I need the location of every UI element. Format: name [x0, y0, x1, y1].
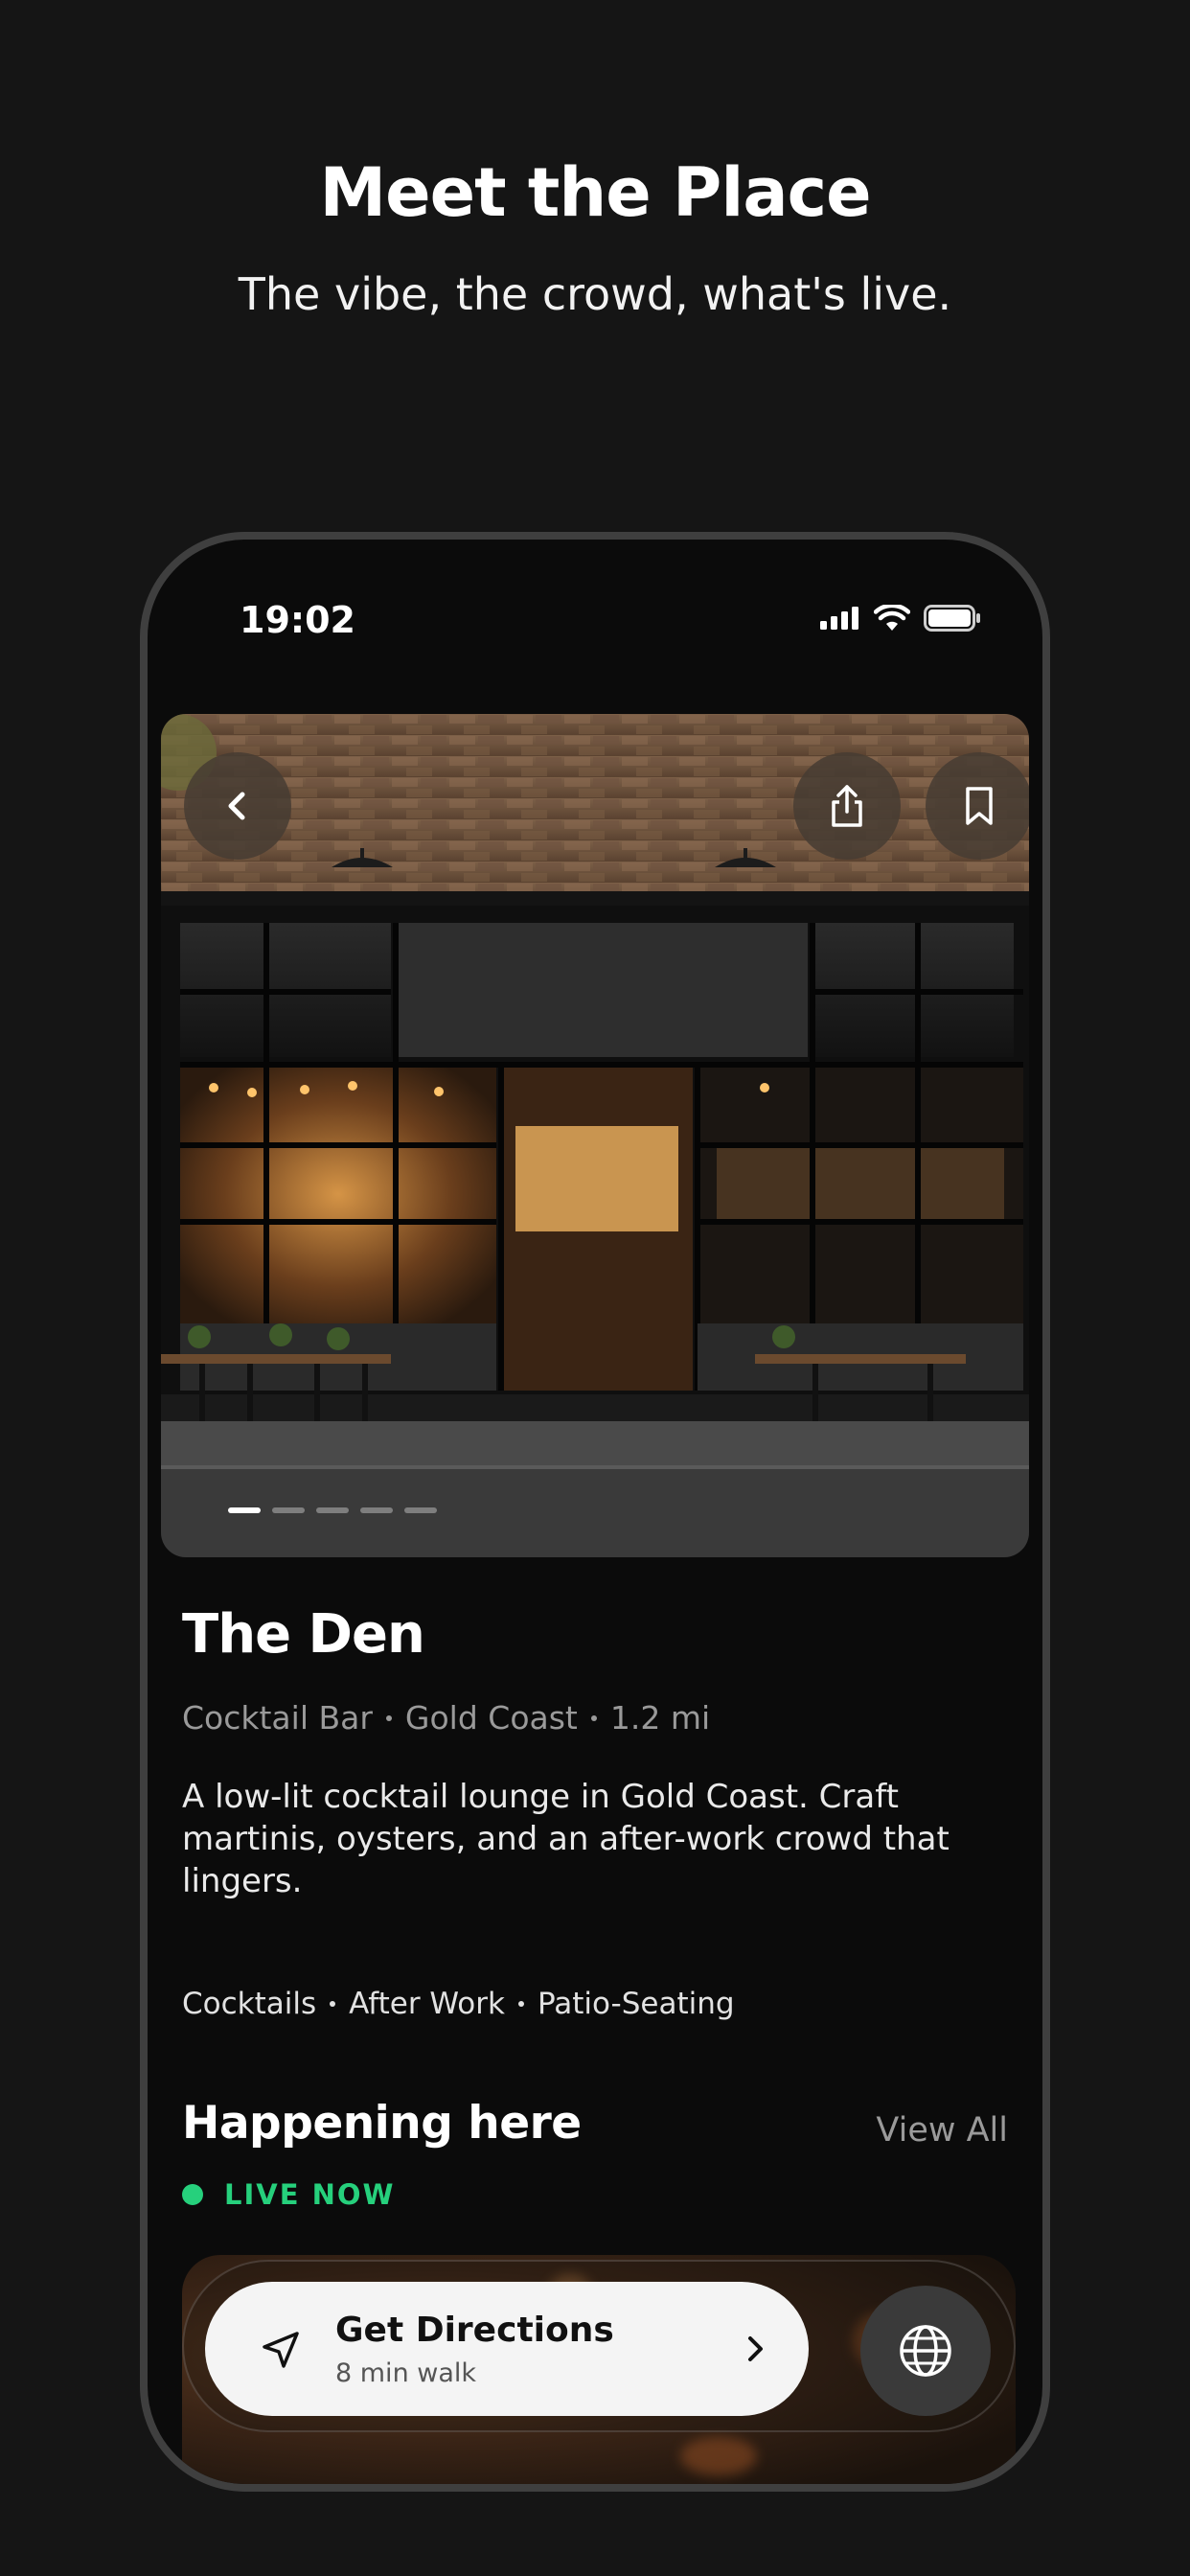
- carousel-dot[interactable]: [272, 1507, 305, 1513]
- separator-dot: [517, 2001, 524, 2007]
- happening-title: Happening here: [182, 2097, 582, 2150]
- back-button[interactable]: [184, 752, 291, 860]
- separator-dot: [330, 2001, 336, 2007]
- live-now-indicator: LIVE NOW: [182, 2178, 396, 2211]
- chevron-right-icon: [748, 2336, 763, 2361]
- venue-category: Cocktail Bar: [182, 1699, 373, 1736]
- venue-distance: 1.2 mi: [609, 1699, 711, 1736]
- share-icon: [832, 785, 862, 827]
- live-now-label: LIVE NOW: [224, 2178, 396, 2211]
- status-icons: [820, 605, 981, 632]
- venue-description: A low-lit cocktail lounge in Gold Coast.…: [182, 1778, 950, 1900]
- bookmark-button[interactable]: [926, 752, 1029, 860]
- directions-label: Get Directions: [335, 2311, 614, 2350]
- separator-dot: [385, 1714, 392, 1721]
- navigation-arrow-icon: [263, 2332, 299, 2368]
- hero-title: Meet the Place: [319, 153, 871, 232]
- venue-neighborhood: Gold Coast: [404, 1699, 578, 1736]
- chevron-left-icon: [228, 792, 245, 820]
- carousel-dots[interactable]: [228, 1507, 437, 1513]
- tag: Patio-Seating: [537, 1987, 735, 2021]
- carousel-dot[interactable]: [316, 1507, 349, 1513]
- bookmark-icon: [966, 787, 993, 825]
- wifi-icon: [874, 605, 910, 631]
- get-directions-button[interactable]: Get Directions 8 min walk: [205, 2282, 809, 2416]
- hero-subtitle: The vibe, the crowd, what's live.: [238, 268, 952, 320]
- separator-dot: [590, 1714, 597, 1721]
- signal-icon: [820, 607, 858, 630]
- carousel-dot[interactable]: [228, 1507, 261, 1513]
- globe-icon: [900, 2325, 951, 2377]
- battery-icon: [924, 605, 980, 632]
- carousel-dot[interactable]: [360, 1507, 393, 1513]
- venue-photo[interactable]: [161, 714, 1029, 1557]
- phone-frame: 19:02 The Den Cocktail Bar Gold Coast 1.…: [140, 532, 1050, 2492]
- venue-photo-illustration: [161, 714, 1029, 1557]
- live-dot-icon: [182, 2184, 203, 2205]
- share-button[interactable]: [793, 752, 901, 860]
- directions-walk-time: 8 min walk: [335, 2358, 477, 2388]
- status-time: 19:02: [240, 599, 355, 641]
- tag: After Work: [349, 1987, 505, 2021]
- bokeh-light: [680, 2437, 757, 2475]
- venue-name: The Den: [182, 1603, 425, 1666]
- carousel-dot[interactable]: [404, 1507, 437, 1513]
- venue-meta: Cocktail Bar Gold Coast 1.2 mi: [182, 1699, 710, 1736]
- venue-tags: Cocktails After Work Patio-Seating: [182, 1987, 735, 2021]
- tag: Cocktails: [182, 1987, 317, 2021]
- website-button[interactable]: [860, 2286, 991, 2416]
- view-all-link[interactable]: View All: [876, 2111, 1008, 2150]
